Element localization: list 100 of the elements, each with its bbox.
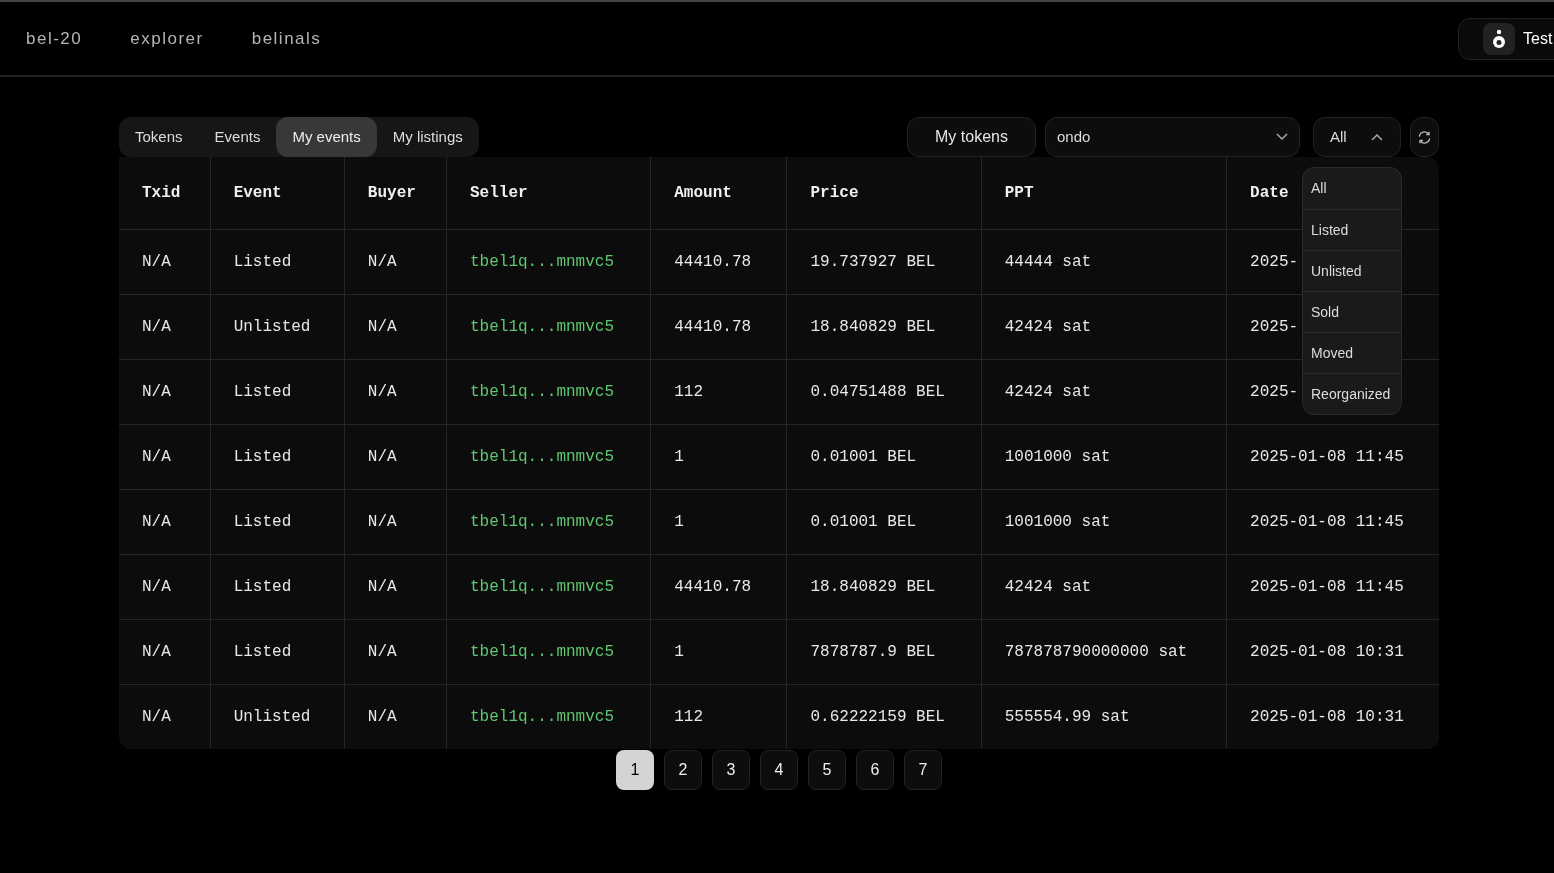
table-cell: N/A	[142, 512, 171, 531]
table-cell: N/A	[142, 447, 171, 466]
nav-link[interactable]: bel-20	[26, 25, 83, 52]
table-cell: N/A	[142, 317, 171, 336]
table-cell: 2025-01-08 11:45	[1250, 577, 1404, 596]
table-cell: Listed	[233, 642, 292, 661]
table-cell: N/A	[367, 382, 397, 401]
table-cell: N/A	[367, 317, 397, 336]
table-cell: 19.737927 BEL	[810, 252, 936, 271]
table-cell: 0.04751488 BEL	[810, 382, 945, 401]
table-cell: N/A	[142, 707, 171, 726]
tab[interactable]: My events	[276, 117, 377, 157]
column-header: Seller	[469, 183, 528, 202]
chevron-down-icon	[1276, 133, 1288, 141]
page-button[interactable]: 7	[904, 750, 942, 790]
column-header: PPT	[1004, 183, 1034, 202]
dropdown-option[interactable]: Listed	[1303, 209, 1401, 250]
address-link[interactable]: tbel1q...mnmvc5	[469, 382, 614, 401]
column-header: Price	[810, 183, 859, 202]
dropdown-option[interactable]: Reorganized	[1303, 373, 1401, 414]
table-cell: Unlisted	[233, 317, 311, 336]
table-cell: 42424 sat	[1004, 577, 1092, 596]
table-cell: 18.840829 BEL	[810, 317, 936, 336]
table-cell: 555554.99 sat	[1004, 707, 1130, 726]
refresh-icon	[1417, 129, 1432, 145]
column-header: Date	[1250, 183, 1289, 202]
page-button[interactable]: 2	[664, 750, 702, 790]
tab[interactable]: My listings	[376, 117, 479, 157]
table-cell: Listed	[233, 512, 292, 531]
table-cell: Unlisted	[233, 707, 311, 726]
my-tokens-button[interactable]: My tokens	[907, 117, 1036, 157]
table-cell: 42424 sat	[1004, 317, 1092, 336]
token-select[interactable]: ondo	[1045, 117, 1300, 157]
account-button[interactable]: Test	[1458, 17, 1554, 60]
table-cell: 0.01001 BEL	[810, 447, 917, 466]
event-filter-select[interactable]: All	[1313, 117, 1401, 157]
table-cell: 2025-01-08 11:45	[1250, 512, 1404, 531]
table-cell: N/A	[142, 577, 171, 596]
table-cell: 2025-	[1250, 317, 1299, 336]
table-cell: 112	[674, 707, 704, 726]
table-cell: 2025-	[1250, 382, 1299, 401]
table-cell: 1	[674, 447, 684, 466]
table-cell: 44444 sat	[1004, 252, 1092, 271]
avatar-icon	[1483, 22, 1515, 55]
column-header: Txid	[142, 183, 181, 202]
table-cell: 2025-01-08 11:45	[1250, 447, 1404, 466]
select-value: ondo	[1057, 126, 1091, 147]
column-header: Buyer	[367, 183, 416, 202]
table-cell: 0.62222159 BEL	[810, 707, 945, 726]
table-cell: Listed	[233, 577, 292, 596]
address-link[interactable]: tbel1q...mnmvc5	[469, 642, 614, 661]
table-cell: 7878787.9 BEL	[810, 642, 936, 661]
table-cell: N/A	[367, 642, 397, 661]
table-cell: N/A	[367, 512, 397, 531]
table-cell: 18.840829 BEL	[810, 577, 936, 596]
table-cell: 787878790000000 sat	[1004, 642, 1188, 661]
address-link[interactable]: tbel1q...mnmvc5	[469, 577, 614, 596]
table-cell: 2025-	[1250, 252, 1299, 271]
table-cell: 42424 sat	[1004, 382, 1092, 401]
page-button[interactable]: 6	[856, 750, 894, 790]
dropdown-option[interactable]: Sold	[1303, 291, 1401, 332]
dropdown-option[interactable]: All	[1303, 168, 1401, 209]
address-link[interactable]: tbel1q...mnmvc5	[469, 252, 614, 271]
table-cell: Listed	[233, 382, 292, 401]
table-cell: 44410.78	[674, 252, 752, 271]
table-cell: N/A	[367, 707, 397, 726]
chevron-up-icon	[1371, 133, 1383, 141]
dropdown-option[interactable]: Unlisted	[1303, 250, 1401, 291]
table-cell: N/A	[142, 382, 171, 401]
table-cell: Listed	[233, 447, 292, 466]
address-link[interactable]: tbel1q...mnmvc5	[469, 317, 614, 336]
table-cell: 2025-01-08 10:31	[1250, 707, 1404, 726]
page-button[interactable]: 5	[808, 750, 846, 790]
page-button[interactable]: 1	[616, 750, 654, 790]
table-cell: 0.01001 BEL	[810, 512, 917, 531]
table-cell: N/A	[367, 252, 397, 271]
nav-link[interactable]: belinals	[251, 25, 322, 52]
address-link[interactable]: tbel1q...mnmvc5	[469, 512, 614, 531]
refresh-button[interactable]	[1410, 117, 1439, 157]
table-cell: 112	[674, 382, 704, 401]
tab[interactable]: Events	[198, 117, 277, 157]
table-cell: 1001000 sat	[1004, 512, 1111, 531]
table-cell: N/A	[142, 252, 171, 271]
nav-link[interactable]: explorer	[130, 25, 204, 52]
column-header: Event	[233, 183, 282, 202]
page-button[interactable]: 3	[712, 750, 750, 790]
table-cell: Listed	[233, 252, 292, 271]
tab[interactable]: Tokens	[119, 117, 199, 157]
address-link[interactable]: tbel1q...mnmvc5	[469, 707, 614, 726]
table-cell: N/A	[367, 447, 397, 466]
page-button[interactable]: 4	[760, 750, 798, 790]
column-header: Amount	[674, 183, 732, 202]
table-cell: N/A	[367, 577, 397, 596]
dropdown-option[interactable]: Moved	[1303, 332, 1401, 373]
table-cell: N/A	[142, 642, 171, 661]
table-cell: 44410.78	[674, 577, 752, 596]
address-link[interactable]: tbel1q...mnmvc5	[469, 447, 614, 466]
table-cell: 1001000 sat	[1004, 447, 1111, 466]
table-cell: 1	[674, 642, 684, 661]
table-cell: 44410.78	[674, 317, 752, 336]
